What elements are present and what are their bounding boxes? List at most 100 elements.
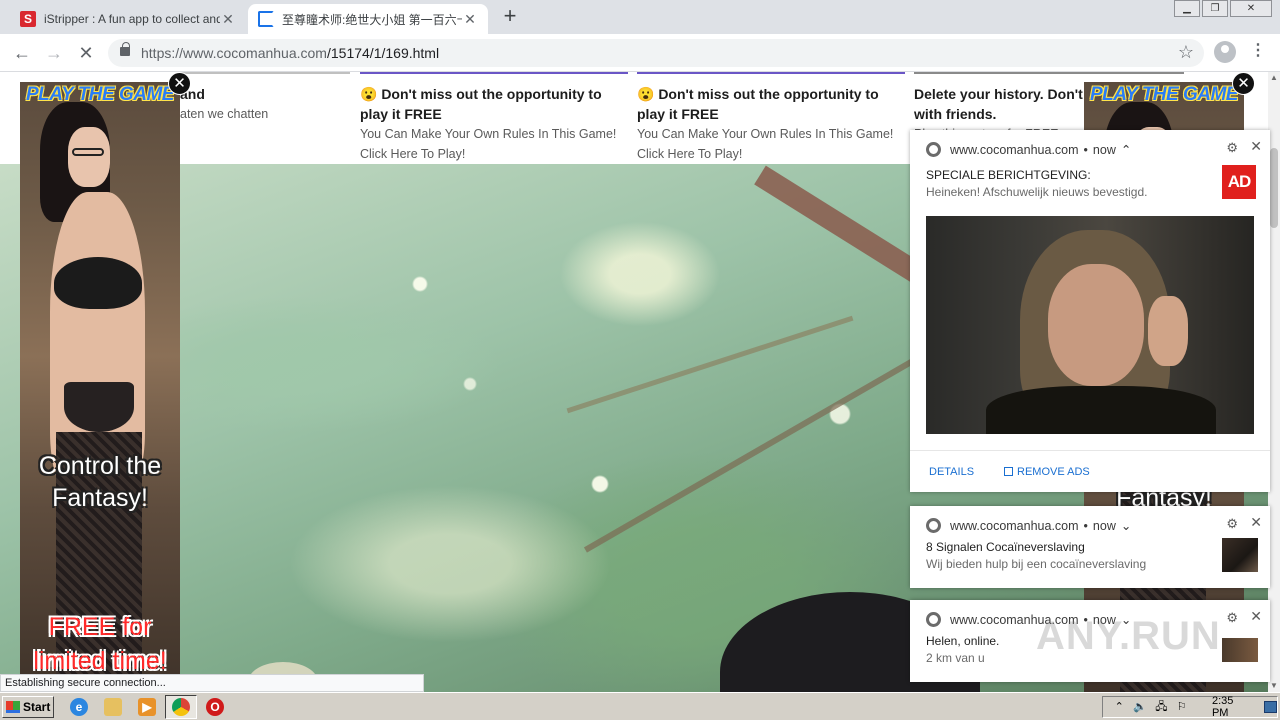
ad-figure	[72, 148, 104, 156]
status-bubble: Establishing secure connection...	[0, 674, 424, 692]
notification-title: 8 Signalen Cocaïneverslaving	[926, 540, 1085, 554]
plus-icon[interactable]: +	[498, 5, 522, 29]
notification-header: www.cocomanhua.com • now ⌄	[926, 518, 1131, 533]
notification-image	[926, 216, 1254, 434]
volume-icon[interactable]: 🔈	[1133, 701, 1147, 713]
notification-title: SPECIALE BERICHTGEVING:	[926, 168, 1091, 182]
native-ad-card[interactable]: 😮 Don't miss out the opportunity to play…	[637, 72, 905, 164]
notification-site: www.cocomanhua.com	[950, 518, 1079, 533]
folder-icon[interactable]	[104, 698, 122, 716]
chevron-down-icon[interactable]: ⌄	[1121, 518, 1131, 533]
photo-face	[1048, 264, 1144, 386]
ad-offer: FREE for limited time!	[20, 610, 180, 678]
ad-offer-line: FREE for	[48, 613, 152, 641]
gear-icon[interactable]: ⚙	[1226, 610, 1238, 626]
ad-tagline-line: Control the	[38, 452, 162, 480]
gear-icon[interactable]: ⚙	[1226, 140, 1238, 156]
ad-description: aten we chatten	[180, 107, 269, 121]
url-host: https://www.cocomanhua.com	[141, 45, 327, 61]
checkbox-icon	[1004, 466, 1014, 476]
stop-icon[interactable]: ✕	[74, 42, 98, 64]
url-text[interactable]: https://www.cocomanhua.com/15174/1/169.h…	[141, 45, 439, 61]
scrollbar-thumb[interactable]	[1270, 148, 1278, 228]
url-path: /15174/1/169.html	[326, 45, 440, 61]
opera-icon[interactable]: O	[206, 698, 224, 716]
ad-headline: PLAY THE GAME	[26, 84, 174, 105]
istripper-favicon: S	[20, 11, 36, 27]
ad-figure	[54, 257, 142, 309]
close-icon[interactable]: ✕	[1250, 608, 1262, 625]
tab-istripper[interactable]: S iStripper : A fun app to collect and w…	[10, 4, 246, 34]
ad-logo: AD	[1222, 165, 1256, 199]
side-ad-banner-left[interactable]: PLAY THE GAME Control the Fantasy! FREE f…	[20, 82, 180, 692]
media-player-icon[interactable]: ▶	[138, 698, 156, 716]
native-ad-card[interactable]: and aten we chatten	[180, 72, 350, 164]
system-tray: ⌃ 🔈 🖧 ⚐ 2:35 PM	[1102, 695, 1278, 719]
notification-body: Heineken! Afschuwelijk nieuws bevestigd.	[926, 185, 1148, 199]
clock[interactable]: 2:35 PM	[1212, 695, 1248, 719]
details-button[interactable]: DETAILS	[929, 466, 974, 478]
push-notification[interactable]: www.cocomanhua.com • now ⌃ ⚙ ✕ SPECIALE …	[910, 130, 1270, 492]
ad-description: You Can Make Your Own Rules In This Game…	[637, 127, 894, 161]
window-close-button[interactable]: ✕	[1230, 0, 1272, 17]
show-desktop-icon[interactable]	[1264, 701, 1277, 713]
ad-figure	[68, 127, 110, 187]
ad-title: and	[180, 86, 205, 102]
notification-site: www.cocomanhua.com	[950, 142, 1079, 157]
address-bar[interactable]: https://www.cocomanhua.com/15174/1/169.h…	[108, 39, 1204, 67]
windows-logo-icon	[6, 701, 20, 713]
notification-thumbnail	[1222, 638, 1258, 662]
minimize-button[interactable]: ▁	[1174, 0, 1200, 17]
avatar-icon[interactable]	[1214, 41, 1236, 63]
photo-coat	[986, 386, 1216, 434]
remove-ads-button[interactable]: REMOVE ADS	[1004, 466, 1090, 478]
window-controls: ▁ ❐ ✕	[1174, 0, 1272, 17]
gear-icon[interactable]: ⚙	[1226, 516, 1238, 532]
close-icon[interactable]: ✕	[220, 11, 236, 28]
ad-offer-line: limited time!	[33, 647, 167, 675]
lock-icon	[120, 42, 130, 56]
notification-actions: DETAILS REMOVE ADS	[910, 450, 1270, 492]
close-icon[interactable]: ✕	[168, 72, 191, 95]
chrome-icon	[926, 612, 941, 627]
notification-title: Helen, online.	[926, 634, 1000, 648]
tab-title: 至尊瞳术师:绝世大小姐 第一百六十	[282, 12, 462, 27]
network-icon[interactable]: 🖧	[1155, 701, 1167, 713]
watermark: ANY.RUN	[1036, 614, 1221, 658]
start-label: Start	[23, 700, 51, 714]
restore-button[interactable]: ❐	[1202, 0, 1228, 17]
chevron-up-icon[interactable]: ⌃	[1121, 142, 1131, 157]
push-notification[interactable]: www.cocomanhua.com • now ⌄ ⚙ ✕ 8 Signale…	[910, 506, 1270, 588]
close-icon[interactable]: ✕	[462, 11, 478, 28]
ad-tagline-line: Fantasy!	[52, 484, 148, 512]
star-icon[interactable]: ☆	[1178, 42, 1194, 63]
close-icon[interactable]: ✕	[1232, 72, 1255, 95]
notification-body: 2 km van u	[926, 651, 985, 665]
chrome-icon	[926, 142, 941, 157]
menu-icon[interactable]: ⋮	[1250, 40, 1266, 60]
close-icon[interactable]: ✕	[1250, 514, 1262, 531]
loading-spinner-icon	[258, 11, 274, 27]
remove-ads-label: REMOVE ADS	[1017, 465, 1090, 478]
chrome-icon	[926, 518, 941, 533]
flag-icon[interactable]: ⚐	[1176, 701, 1188, 713]
tray-arrow-icon[interactable]: ⌃	[1113, 701, 1125, 713]
close-icon[interactable]: ✕	[1250, 138, 1262, 155]
forward-arrow-icon[interactable]: →	[42, 42, 66, 64]
notification-time: now	[1092, 518, 1116, 533]
native-ad-card[interactable]: 😮 Don't miss out the opportunity to play…	[360, 72, 628, 164]
ad-tagline: Control the Fantasy!	[20, 450, 180, 514]
start-button[interactable]: Start	[2, 696, 54, 718]
photo-hand	[1148, 296, 1188, 366]
browser-toolbar: ← → ✕ https://www.cocomanhua.com/15174/1…	[0, 34, 1280, 72]
notification-time: now	[1092, 142, 1116, 157]
tab-cocomanhua[interactable]: 至尊瞳术师:绝世大小姐 第一百六十 ✕	[248, 4, 488, 34]
separator-dot: •	[1083, 142, 1088, 157]
internet-explorer-icon[interactable]: e	[70, 698, 88, 716]
scroll-up-icon[interactable]: ▲	[1268, 72, 1280, 84]
tab-title: iStripper : A fun app to collect and w	[44, 12, 220, 26]
back-arrow-icon[interactable]: ←	[10, 42, 34, 64]
notification-header: www.cocomanhua.com • now ⌃	[926, 142, 1131, 157]
ad-headline: PLAY THE GAME	[1090, 84, 1238, 105]
chrome-icon[interactable]	[172, 698, 190, 716]
